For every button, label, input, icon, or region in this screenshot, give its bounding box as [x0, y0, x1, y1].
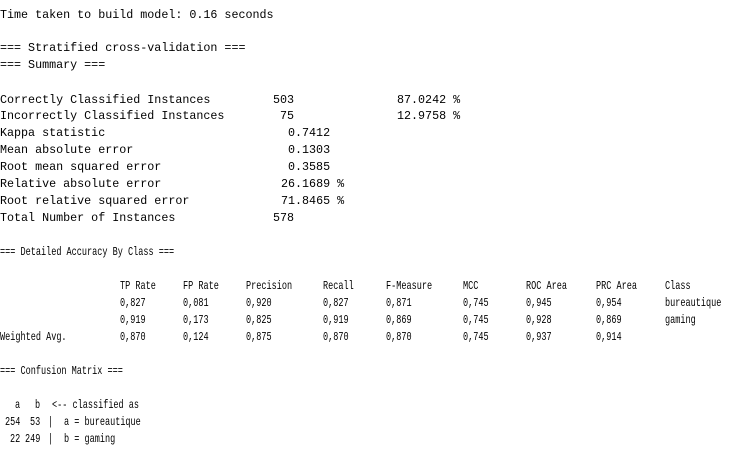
- summary-label: Relative absolute error: [0, 177, 162, 191]
- table-cell: 0,875: [246, 330, 272, 344]
- table-cell: 0,870: [120, 330, 146, 344]
- table-cell: 0,827: [323, 296, 349, 310]
- table-cell: 0,928: [526, 313, 552, 327]
- table-cell: 0,825: [246, 313, 272, 327]
- summary-value: 578: [273, 211, 295, 225]
- column-header: F-Measure: [386, 279, 433, 293]
- summary-label: Kappa statistic: [0, 126, 106, 140]
- table-cell: 0,081: [183, 296, 209, 310]
- row-label: Weighted Avg.: [0, 330, 67, 344]
- column-header: TP Rate: [120, 279, 156, 293]
- summary-label: Root relative squared error: [0, 194, 190, 208]
- cm-cell: 249: [25, 432, 41, 446]
- cm-cell: 254: [5, 415, 21, 429]
- table-cell: 0,919: [323, 313, 349, 327]
- table-cell: 0,869: [386, 313, 412, 327]
- table-cell: 0,871: [386, 296, 412, 310]
- summary-value: 71.8465 %: [281, 194, 345, 208]
- table-cell: 0,124: [183, 330, 209, 344]
- cm-cell: 22: [10, 432, 21, 446]
- table-cell: 0,914: [596, 330, 622, 344]
- table-cell: gaming: [665, 313, 696, 327]
- summary-label: Mean absolute error: [0, 143, 134, 157]
- summary-label: Correctly Classified Instances: [0, 93, 211, 107]
- summary-header: === Summary ===: [0, 58, 106, 72]
- cm-col-a: a: [15, 398, 21, 412]
- cm-row-label: b = gaming: [64, 432, 116, 446]
- table-cell: 0,870: [323, 330, 349, 344]
- table-cell: 0,920: [246, 296, 272, 310]
- detailed-accuracy-header: === Detailed Accuracy By Class ===: [0, 245, 175, 259]
- table-cell: 0,945: [526, 296, 552, 310]
- summary-value: 75: [280, 109, 295, 123]
- summary-value: 0.7412: [288, 126, 331, 140]
- cm-cell: 53: [30, 415, 41, 429]
- cm-col-b: b: [35, 398, 41, 412]
- summary-value: 26.1689 %: [281, 177, 345, 191]
- table-cell: 0,827: [120, 296, 146, 310]
- confusion-matrix-header: === Confusion Matrix ===: [0, 364, 123, 378]
- table-cell: 0,870: [386, 330, 412, 344]
- summary-value: 0.1303: [288, 143, 331, 157]
- table-cell: 0,937: [526, 330, 552, 344]
- column-header: FP Rate: [183, 279, 219, 293]
- table-cell: 0,919: [120, 313, 146, 327]
- column-header: Recall: [323, 279, 354, 293]
- cm-row-label: a = bureautique: [64, 415, 141, 429]
- table-cell: 0,869: [596, 313, 622, 327]
- summary-value: 0.3585: [288, 160, 331, 174]
- table-cell: 0,173: [183, 313, 209, 327]
- summary-label: Incorrectly Classified Instances: [0, 109, 225, 123]
- build-time: Time taken to build model: 0.16 seconds: [0, 8, 274, 22]
- cm-separator: |: [48, 415, 54, 429]
- column-header: PRC Area: [596, 279, 637, 293]
- cv-header: === Stratified cross-validation ===: [0, 41, 246, 55]
- column-header: ROC Area: [526, 279, 567, 293]
- summary-label: Total Number of Instances: [0, 211, 176, 225]
- table-cell: bureautique: [665, 296, 722, 310]
- summary-percent: 12.9758 %: [397, 109, 461, 123]
- table-cell: 0,745: [463, 296, 489, 310]
- table-cell: 0,954: [596, 296, 622, 310]
- cm-header-note: <-- classified as: [52, 398, 140, 412]
- column-header: Precision: [246, 279, 293, 293]
- cm-separator: |: [48, 432, 54, 446]
- column-header: Class: [665, 279, 691, 293]
- summary-percent: 87.0242 %: [397, 93, 461, 107]
- summary-label: Root mean squared error: [0, 160, 162, 174]
- column-header: MCC: [463, 279, 479, 293]
- summary-value: 503: [273, 93, 295, 107]
- table-cell: 0,745: [463, 330, 489, 344]
- table-cell: 0,745: [463, 313, 489, 327]
